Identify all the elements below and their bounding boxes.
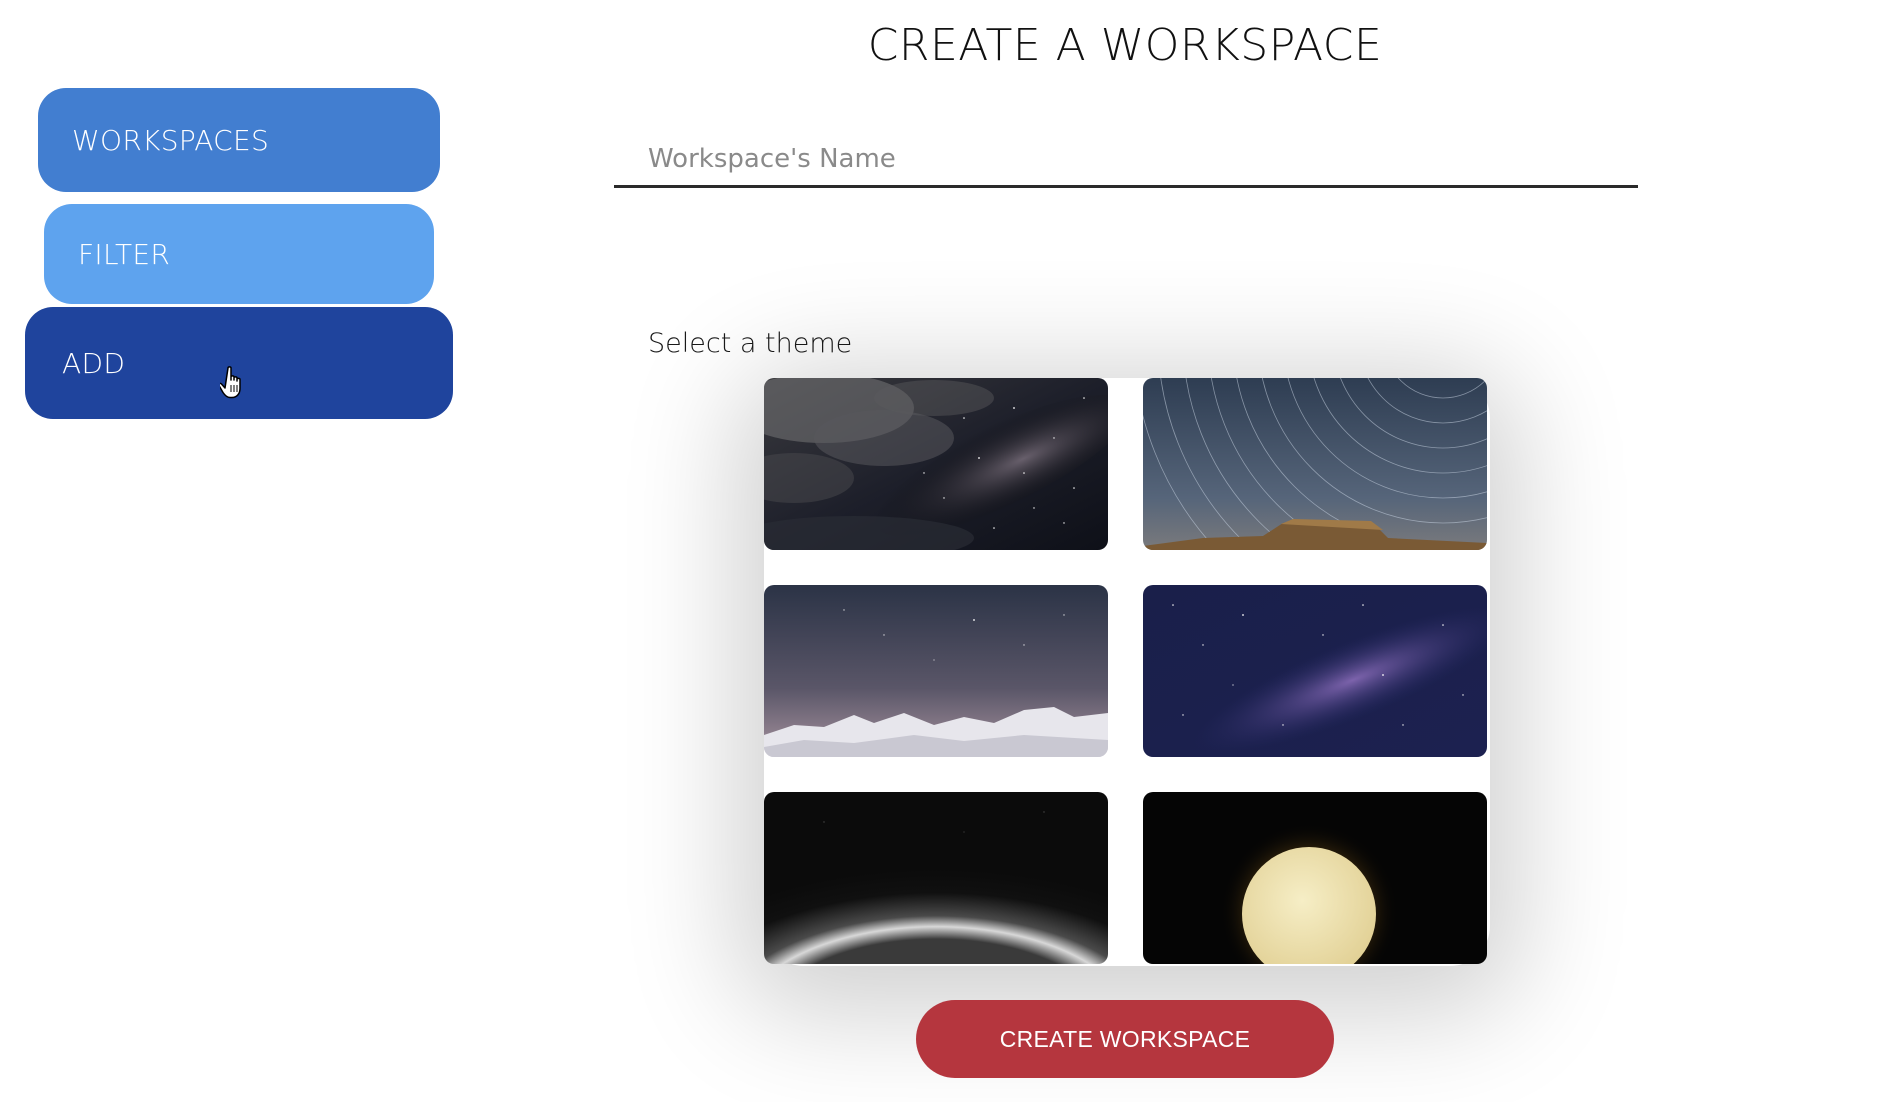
create-workspace-button[interactable]: CREATE WORKSPACE: [916, 1000, 1334, 1078]
add-button[interactable]: ADD: [25, 307, 453, 419]
hand-pointer-icon: [220, 366, 241, 399]
create-workspace-page: WORKSPACES FILTER ADD CREATE A WORKSPACE…: [0, 0, 1898, 1102]
filter-button-label: FILTER: [78, 237, 171, 271]
theme-snowy-mountains-night[interactable]: [764, 585, 1108, 757]
page-title: CREATE A WORKSPACE: [867, 20, 1383, 71]
workspace-name-input[interactable]: [614, 132, 1638, 188]
theme-black-white-planet-horizon[interactable]: [764, 792, 1108, 964]
theme-purple-milky-way[interactable]: [1143, 585, 1487, 757]
theme-star-trails-mesa[interactable]: [1143, 378, 1487, 550]
select-theme-label: Select a theme: [648, 328, 853, 359]
add-button-label: ADD: [62, 346, 126, 380]
theme-grid: [764, 378, 1490, 966]
theme-glowing-moon[interactable]: [1143, 792, 1487, 964]
filter-button[interactable]: FILTER: [44, 204, 434, 304]
workspaces-button-label: WORKSPACES: [72, 123, 270, 157]
theme-milky-way-clouds[interactable]: [764, 378, 1108, 550]
workspaces-button[interactable]: WORKSPACES: [38, 88, 440, 192]
